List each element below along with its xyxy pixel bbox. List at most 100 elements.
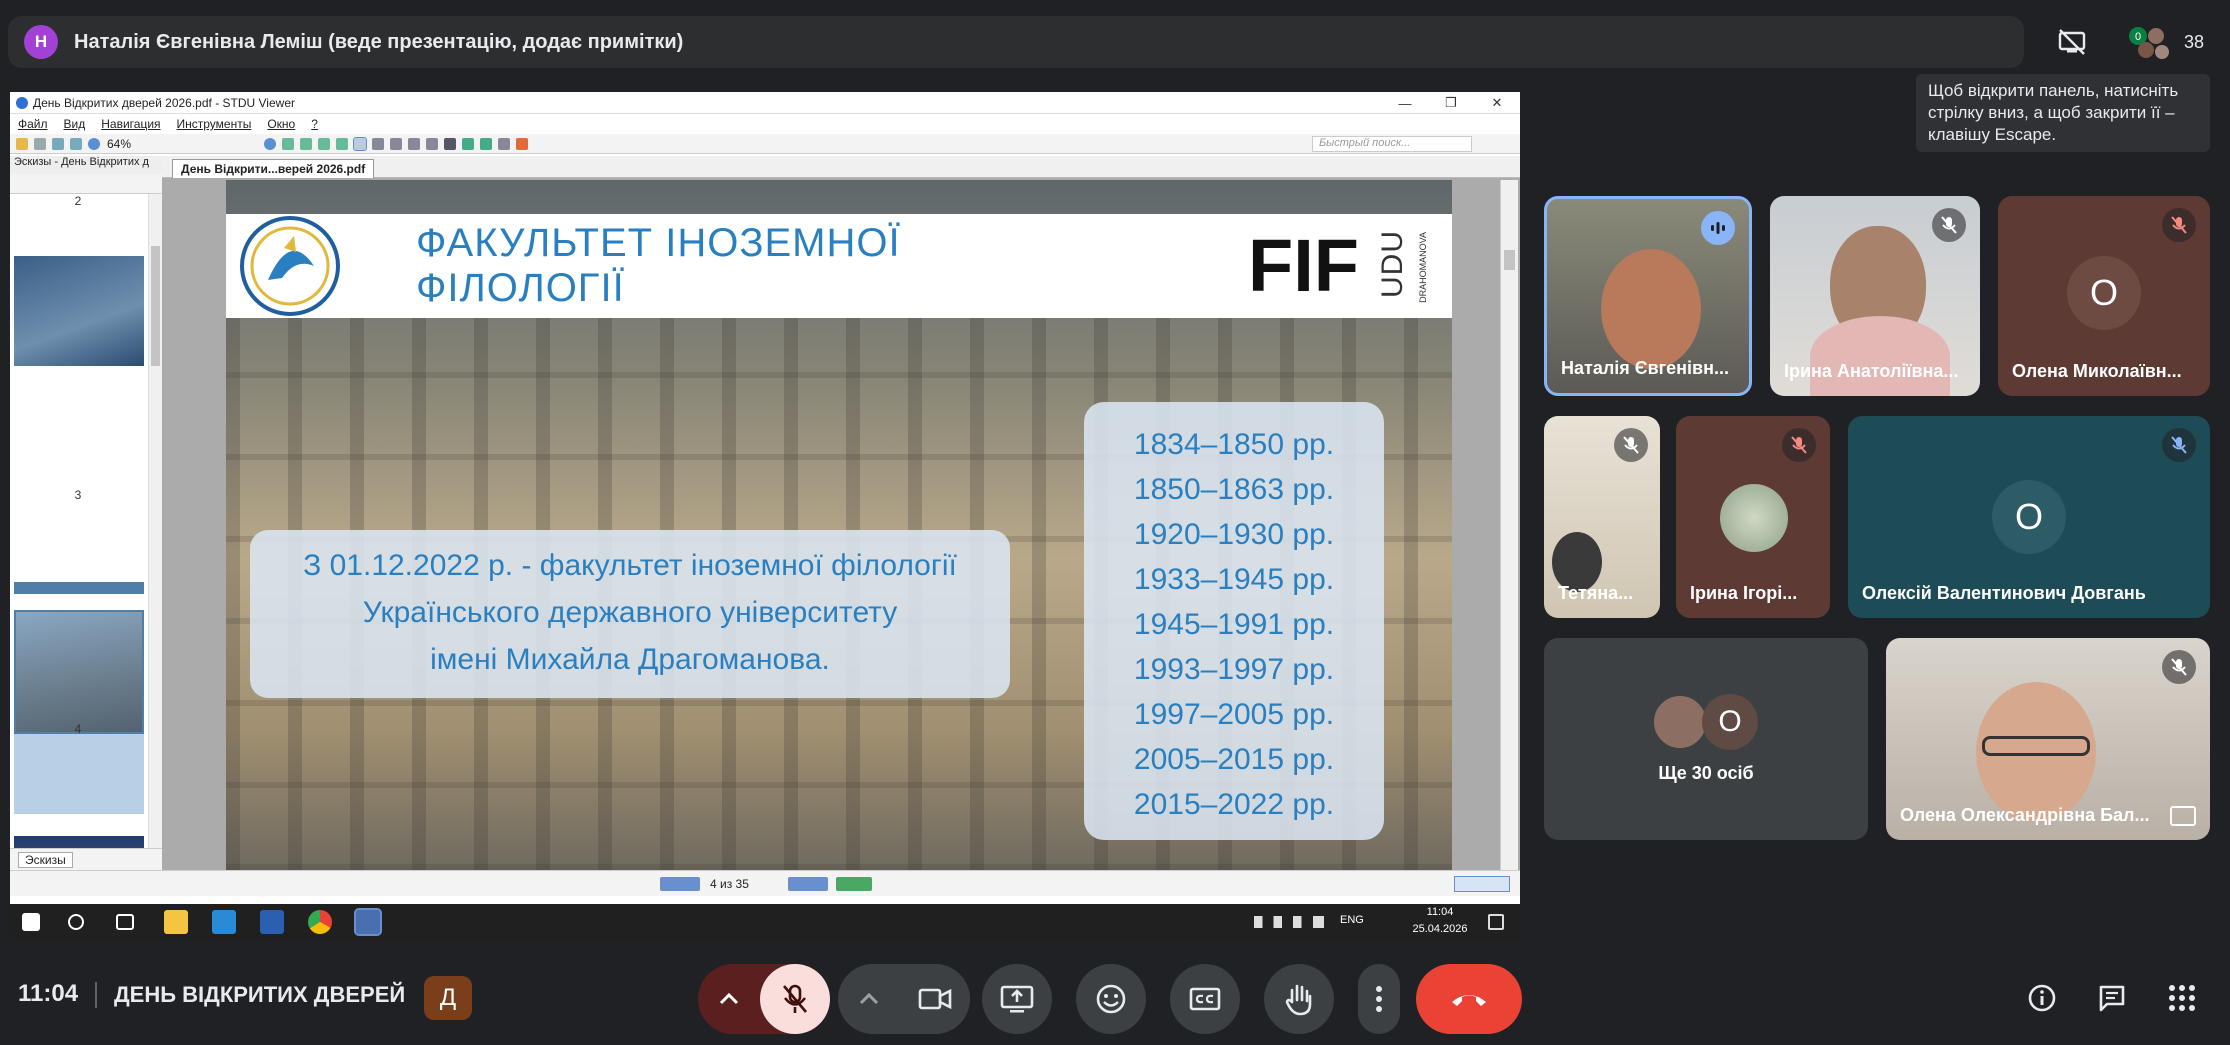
participant-tile-iryna-i[interactable]: Ірина Ігорі... [1676, 416, 1830, 618]
back-icon[interactable] [462, 137, 474, 150]
participant-tile-iryna-a[interactable]: Ірина Анатоліївна... [1770, 196, 1980, 396]
taskbar-clock[interactable]: 11:04 25.04.2026 [1410, 904, 1470, 938]
participant-tile-nataliia[interactable]: Наталія Євгенівн... [1544, 196, 1752, 396]
maximize-button[interactable]: ❐ [1428, 92, 1474, 114]
more-options-button[interactable] [1358, 964, 1400, 1034]
menu-window[interactable]: Окно [267, 117, 295, 131]
zoom-select[interactable]: 64% [103, 137, 261, 151]
viewer-toolbar: 64% [10, 134, 1520, 154]
thumbnail-page-5[interactable] [14, 836, 144, 848]
thumbnail-page-4[interactable] [14, 610, 144, 734]
file-explorer-icon[interactable] [164, 910, 188, 934]
thumbnails-list[interactable]: 2 3 4 [10, 194, 150, 848]
thumbnail-number: 4 [74, 722, 82, 736]
hand-tool-icon[interactable] [353, 136, 367, 151]
meeting-info-button[interactable] [2020, 976, 2064, 1020]
document-tab[interactable]: День Відкрити...верей 2026.pdf [172, 159, 375, 178]
reactions-button[interactable] [1076, 964, 1146, 1034]
thumbnails-scrollbar[interactable] [148, 194, 162, 848]
meeting-chip[interactable]: Д [424, 976, 472, 1020]
fit-width-icon[interactable] [318, 137, 330, 150]
page-layout-icon[interactable] [1454, 876, 1510, 892]
copy-icon[interactable] [52, 137, 64, 150]
quick-search-input[interactable]: Быстрый поиск... [1312, 136, 1472, 152]
people-button[interactable]: 0 38 [2114, 16, 2218, 68]
thumbnail-page-2[interactable] [14, 256, 144, 366]
slide-header-banner: ФАКУЛЬТЕТ ІНОЗЕМНОЇ ФІЛОЛОГІЇ FIF UDU DR… [226, 214, 1452, 318]
bookmark-icon[interactable] [516, 137, 528, 150]
fit-height-icon[interactable] [336, 137, 348, 150]
forward-icon[interactable] [480, 137, 492, 150]
thumbnails-tab[interactable]: Эскизы [10, 848, 162, 870]
activities-button[interactable] [2160, 976, 2204, 1020]
next-last-page-icon[interactable] [788, 877, 828, 891]
snapshot-icon[interactable] [408, 137, 420, 150]
viewer-window-title: День Відкритих дверей 2026.pdf - STDU Vi… [33, 95, 295, 110]
menu-view[interactable]: Вид [64, 117, 86, 131]
close-window-button[interactable]: ✕ [1474, 92, 1520, 114]
zoom-in-icon[interactable] [264, 137, 276, 150]
emoji-icon [1096, 984, 1126, 1014]
date-item: 1997–2005 рр. [1133, 698, 1335, 731]
chrome-icon[interactable] [308, 910, 332, 934]
find-icon[interactable] [444, 137, 456, 150]
presenter-bar[interactable]: Н Наталія Євгенівна Леміш (веде презента… [8, 16, 2024, 68]
captions-button[interactable] [1170, 964, 1240, 1034]
mic-control-group [698, 964, 830, 1034]
select-text-icon[interactable] [372, 137, 384, 150]
stdu-viewer-taskbar-icon[interactable] [354, 908, 382, 936]
document-scrollbar[interactable] [1500, 180, 1518, 870]
participant-tile-olena-m[interactable]: О Олена Миколаївн... [1998, 196, 2210, 396]
people-badge: 0 [2135, 31, 2141, 43]
participant-tile-oleksii[interactable]: О Олексій Валентинович Довгань [1848, 416, 2210, 618]
leave-call-button[interactable] [1416, 964, 1522, 1034]
annotation-icon[interactable] [426, 137, 438, 150]
video-options-button[interactable] [838, 992, 900, 1006]
history-nav-icon[interactable] [836, 877, 872, 891]
print-icon[interactable] [34, 137, 46, 150]
date-item: 1933–1945 рр. [1133, 563, 1335, 596]
mail-icon[interactable] [212, 910, 236, 934]
paste-icon[interactable] [70, 137, 82, 150]
select-image-icon[interactable] [390, 137, 402, 150]
keyboard-language[interactable]: ENG [1340, 914, 1364, 926]
document-area[interactable]: ФАКУЛЬТЕТ ІНОЗЕМНОЇ ФІЛОЛОГІЇ FIF UDU DR… [162, 178, 1520, 870]
mic-off-button[interactable] [760, 964, 830, 1034]
thumbnails-view-toolbar[interactable] [10, 174, 162, 194]
participant-tile-tetiana[interactable]: Тетяна... [1544, 416, 1660, 618]
chat-button[interactable] [2090, 976, 2134, 1020]
minimize-button[interactable]: — [1382, 92, 1428, 114]
task-view-icon[interactable] [116, 914, 134, 930]
university-emblem [238, 208, 342, 324]
search-icon[interactable] [68, 914, 84, 930]
menu-file[interactable]: Файл [18, 117, 48, 131]
shared-screen[interactable]: День Відкритих дверей 2026.pdf - STDU Vi… [10, 92, 1520, 940]
copy-page-icon[interactable] [498, 137, 510, 150]
menu-navigation[interactable]: Навигация [101, 117, 160, 131]
page-indicator[interactable]: 4 из 35 [710, 877, 749, 891]
camera-control-group [838, 964, 970, 1034]
present-screen-button[interactable] [982, 964, 1052, 1034]
present-screen-icon [1000, 985, 1034, 1013]
first-prev-page-icon[interactable] [660, 877, 700, 891]
audio-options-button[interactable] [698, 992, 760, 1006]
zoom-out-icon[interactable] [88, 137, 100, 150]
system-tray-icons[interactable] [1254, 916, 1324, 928]
more-participants-tile[interactable]: О Ще 30 осіб [1544, 638, 1868, 840]
screen-share-off-button[interactable] [2046, 16, 2098, 68]
drahomanova-logo-text: DRAHOMANOVA [1418, 232, 1428, 303]
windows-start-icon[interactable] [22, 913, 40, 931]
participant-tile-olena-o[interactable]: Олена Олександрівна Бал... [1886, 638, 2210, 840]
menu-help[interactable]: ? [311, 117, 318, 131]
fit-page-icon[interactable] [300, 137, 312, 150]
raise-hand-button[interactable] [1264, 964, 1334, 1034]
picture-in-picture-icon[interactable] [2170, 806, 2196, 826]
save-app-icon[interactable] [260, 910, 284, 934]
actual-size-icon[interactable] [282, 137, 294, 150]
info-icon [2028, 984, 2056, 1012]
open-icon[interactable] [16, 137, 28, 150]
viewer-titlebar: День Відкритих дверей 2026.pdf - STDU Vi… [10, 92, 1520, 114]
notifications-icon[interactable] [1488, 914, 1504, 930]
camera-button[interactable] [900, 964, 970, 1034]
menu-tools[interactable]: Инструменты [177, 117, 252, 131]
